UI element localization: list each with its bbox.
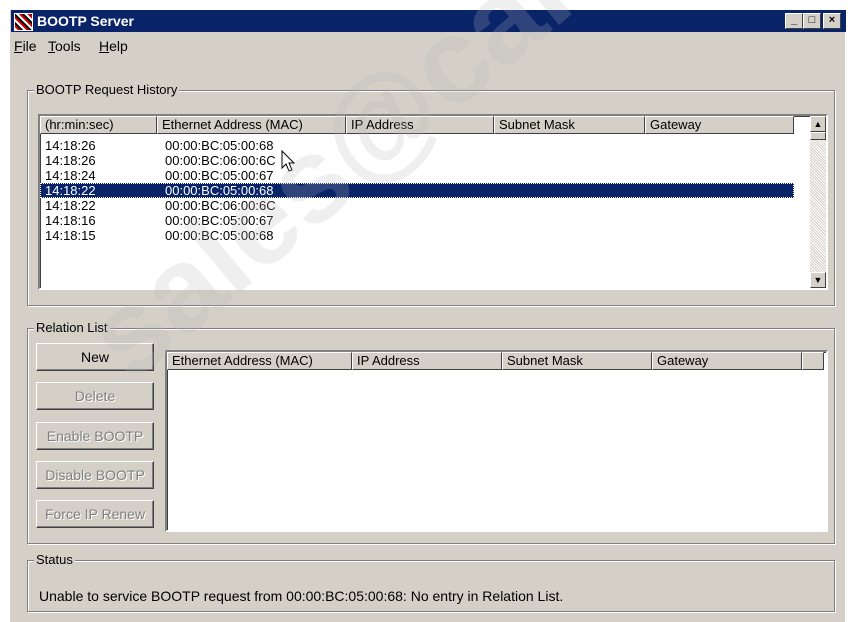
app-icon[interactable] <box>14 13 33 31</box>
rel-col-gateway-header[interactable]: Gateway <box>652 352 802 370</box>
title-bar[interactable]: BOOTP Server _ □ × <box>11 10 846 32</box>
row-mac: 00:00:BC:05:00:68 <box>165 228 274 243</box>
window-title: BOOTP Server <box>37 13 135 29</box>
row-mac: 00:00:BC:05:00:67 <box>165 213 274 228</box>
history-row-selected[interactable]: 14:18:22 00:00:BC:05:00:68 <box>40 183 794 198</box>
menu-file[interactable]: File <box>14 38 37 54</box>
row-time: 14:18:24 <box>45 168 96 183</box>
row-time: 14:18:22 <box>45 198 96 213</box>
row-time: 14:18:26 <box>45 138 96 153</box>
history-group-label: BOOTP Request History <box>34 82 180 97</box>
history-row[interactable]: 14:18:26 00:00:BC:05:00:68 <box>40 138 826 153</box>
relation-group-label: Relation List <box>34 320 110 335</box>
menu-file-mnemonic: F <box>14 38 23 54</box>
force-ip-renew-button[interactable]: Force IP Renew <box>36 500 154 528</box>
relation-list[interactable]: Ethernet Address (MAC) IP Address Subnet… <box>165 350 828 532</box>
scroll-up-arrow-icon[interactable]: ▲ <box>810 116 826 132</box>
rel-col-ip-header[interactable]: IP Address <box>352 352 502 370</box>
scroll-thumb[interactable] <box>810 132 826 140</box>
new-button[interactable]: New <box>36 343 154 371</box>
disable-bootp-button[interactable]: Disable BOOTP <box>36 461 154 489</box>
rel-col-subnet-header[interactable]: Subnet Mask <box>502 352 652 370</box>
history-scrollbar[interactable]: ▲ ▼ <box>810 116 826 288</box>
history-row[interactable]: 14:18:24 00:00:BC:05:00:67 <box>40 168 826 183</box>
maximize-button[interactable]: □ <box>803 13 821 29</box>
menu-tools[interactable]: Tools <box>48 38 81 54</box>
menu-help-mnemonic: H <box>99 38 110 54</box>
menu-help-label: elp <box>109 38 128 54</box>
mouse-cursor-icon <box>281 150 296 172</box>
col-ip-header[interactable]: IP Address <box>346 116 494 134</box>
rel-col-mac-header[interactable]: Ethernet Address (MAC) <box>167 352 352 370</box>
col-time-header[interactable]: (hr:min:sec) <box>40 116 157 134</box>
row-mac: 00:00:BC:06:00:6C <box>165 153 276 168</box>
row-time: 14:18:22 <box>45 183 96 198</box>
menu-help[interactable]: Help <box>99 38 128 54</box>
status-group: Status <box>27 552 835 612</box>
col-subnet-header[interactable]: Subnet Mask <box>494 116 645 134</box>
history-row[interactable]: 14:18:22 00:00:BC:06:00:6C <box>40 198 826 213</box>
row-mac: 00:00:BC:05:00:68 <box>165 183 274 198</box>
history-row[interactable]: 14:18:16 00:00:BC:05:00:67 <box>40 213 826 228</box>
row-mac: 00:00:BC:05:00:68 <box>165 138 274 153</box>
menu-bar: File Tools Help <box>11 34 846 54</box>
row-time: 14:18:26 <box>45 153 96 168</box>
rel-col-filler-header <box>802 352 824 370</box>
history-row[interactable]: 14:18:26 00:00:BC:06:00:6C <box>40 153 826 168</box>
status-group-label: Status <box>34 552 75 567</box>
col-gateway-header[interactable]: Gateway <box>645 116 794 134</box>
status-message: Unable to service BOOTP request from 00:… <box>39 588 564 604</box>
enable-bootp-button[interactable]: Enable BOOTP <box>36 422 154 450</box>
delete-button[interactable]: Delete <box>36 382 154 410</box>
bootp-server-window: BOOTP Server _ □ × File Tools Help BOOTP… <box>10 10 846 622</box>
minimize-button[interactable]: _ <box>785 13 803 29</box>
scroll-down-arrow-icon[interactable]: ▼ <box>810 272 826 288</box>
menu-tools-mnemonic: T <box>48 38 55 54</box>
row-time: 14:18:15 <box>45 228 96 243</box>
row-mac: 00:00:BC:06:00:6C <box>165 198 276 213</box>
row-mac: 00:00:BC:05:00:67 <box>165 168 274 183</box>
history-list[interactable]: (hr:min:sec) Ethernet Address (MAC) IP A… <box>38 114 828 290</box>
history-row[interactable]: 14:18:15 00:00:BC:05:00:68 <box>40 228 826 243</box>
col-mac-header[interactable]: Ethernet Address (MAC) <box>157 116 346 134</box>
menu-file-label: ile <box>22 38 37 54</box>
close-button[interactable]: × <box>823 13 841 29</box>
row-time: 14:18:16 <box>45 213 96 228</box>
menu-tools-label: ools <box>55 38 81 54</box>
